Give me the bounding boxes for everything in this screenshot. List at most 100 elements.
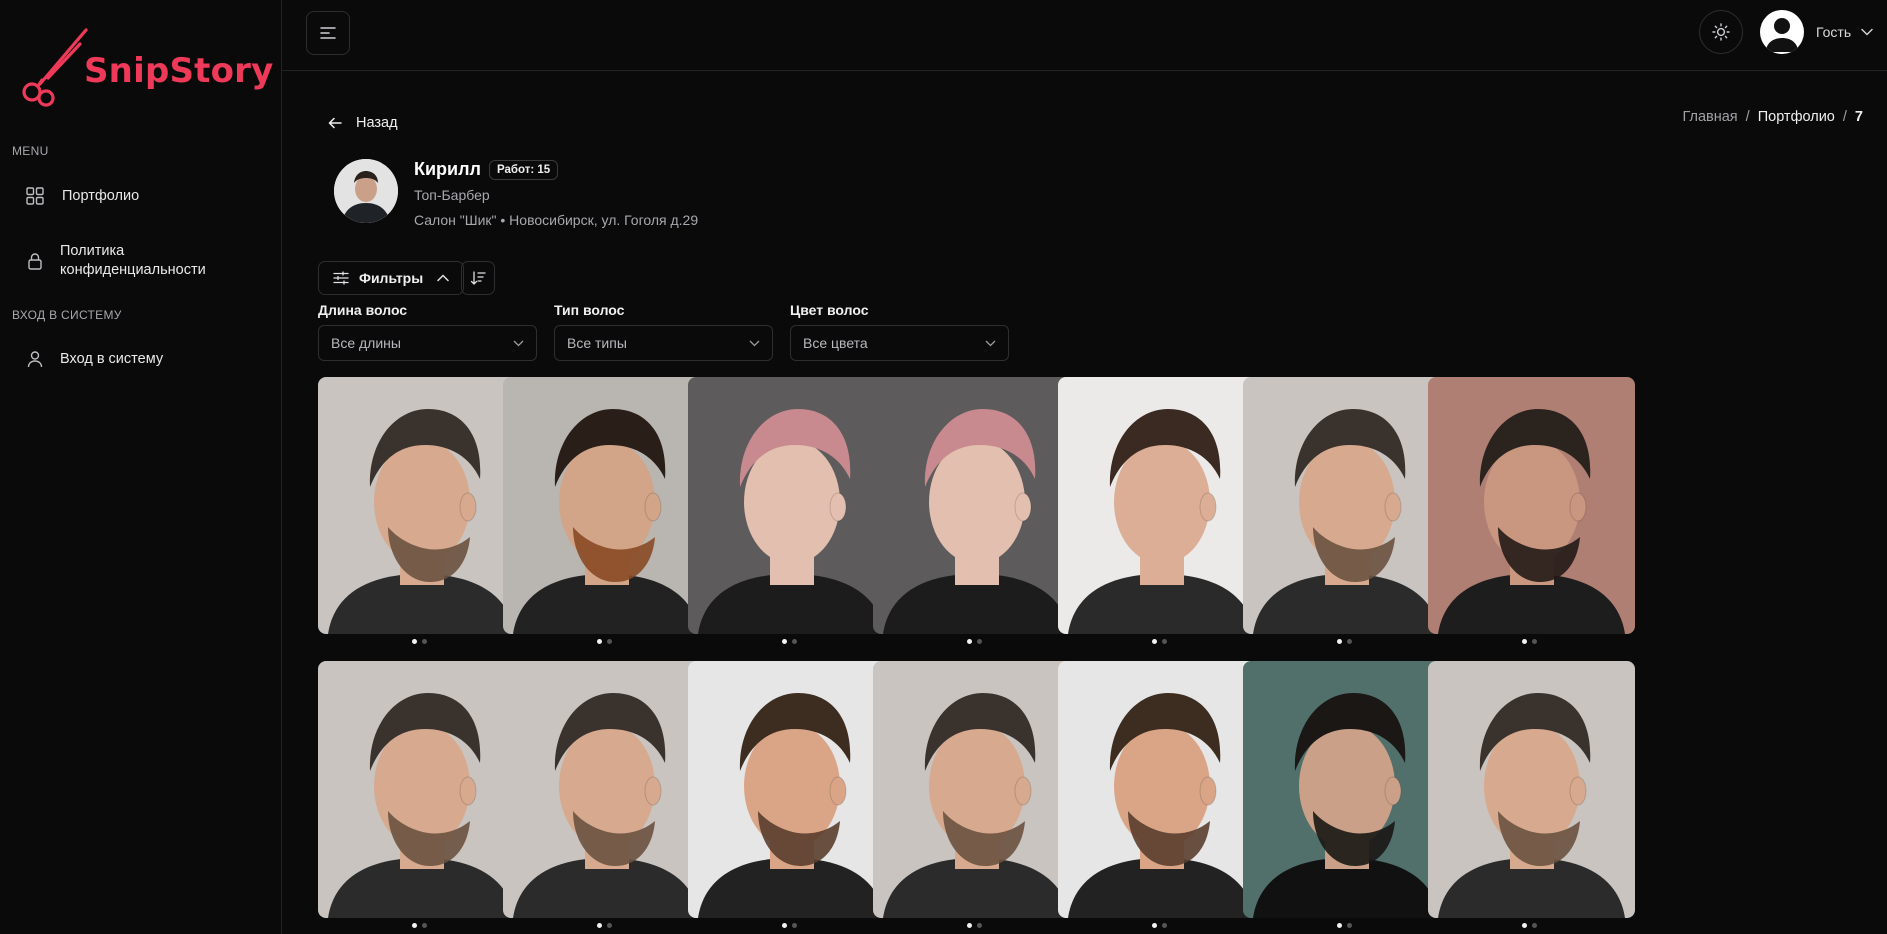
breadcrumb: Главная / Портфолио / 7	[1682, 109, 1863, 125]
breadcrumb-portfolio[interactable]: Портфолио	[1758, 109, 1835, 125]
chevron-down-icon	[1861, 28, 1873, 36]
carousel-dot[interactable]	[422, 639, 427, 644]
chevron-up-icon	[437, 274, 449, 282]
carousel-dot[interactable]	[597, 639, 602, 644]
carousel-dots[interactable]	[967, 639, 982, 644]
carousel-dots[interactable]	[1152, 639, 1167, 644]
carousel-dot[interactable]	[1337, 923, 1342, 928]
carousel-dot[interactable]	[782, 639, 787, 644]
carousel-dot[interactable]	[597, 923, 602, 928]
portfolio-photo[interactable]	[318, 377, 525, 634]
back-link[interactable]: Назад	[328, 115, 398, 131]
carousel-dot[interactable]	[1152, 639, 1157, 644]
carousel-dot[interactable]	[1532, 639, 1537, 644]
portfolio-photo[interactable]	[873, 661, 1080, 918]
select-value: Все типы	[567, 335, 627, 351]
carousel-dot[interactable]	[1522, 923, 1527, 928]
logo-text: SnipStory	[84, 51, 274, 91]
carousel-dot[interactable]	[607, 923, 612, 928]
theme-toggle-button[interactable]	[1699, 10, 1743, 54]
carousel-dots[interactable]	[1522, 639, 1537, 644]
logo[interactable]: SnipStory	[18, 26, 274, 110]
carousel-dot[interactable]	[967, 639, 972, 644]
carousel-dot[interactable]	[792, 923, 797, 928]
portfolio-photo[interactable]	[1243, 377, 1450, 634]
carousel-dots[interactable]	[597, 639, 612, 644]
carousel-dots[interactable]	[1337, 639, 1352, 644]
carousel-dot[interactable]	[1347, 639, 1352, 644]
carousel-dot[interactable]	[1152, 923, 1157, 928]
portfolio-photo[interactable]	[318, 661, 525, 918]
carousel-dot[interactable]	[967, 923, 972, 928]
carousel-dot[interactable]	[782, 923, 787, 928]
carousel-dot[interactable]	[1162, 639, 1167, 644]
chevron-down-icon	[749, 340, 760, 346]
carousel-dots[interactable]	[1152, 923, 1167, 928]
portfolio-photo[interactable]	[1428, 377, 1635, 634]
carousel-dots[interactable]	[782, 923, 797, 928]
carousel-dot[interactable]	[1532, 923, 1537, 928]
topbar: Гость	[282, 0, 1887, 71]
filter-type-label: Тип волос	[554, 302, 625, 318]
filter-length-select[interactable]: Все длины	[318, 325, 537, 361]
carousel-dot[interactable]	[412, 923, 417, 928]
label-line: конфиденциальности	[60, 262, 206, 278]
portfolio-photo[interactable]	[1428, 661, 1635, 918]
carousel-dot[interactable]	[1162, 923, 1167, 928]
sidebar: SnipStory MENU Портфолио Политика конфид…	[0, 0, 282, 934]
portfolio-photo[interactable]	[503, 661, 710, 918]
carousel-dots[interactable]	[412, 923, 427, 928]
portfolio-photo[interactable]	[1058, 377, 1265, 634]
barber-name-row: Кирилл Работ: 15	[414, 159, 559, 180]
arrow-left-icon	[328, 117, 342, 129]
label-line: Политика	[60, 243, 125, 259]
sidebar-item-privacy[interactable]: Политика конфиденциальности	[26, 242, 206, 280]
carousel-dots[interactable]	[782, 639, 797, 644]
menu-toggle-button[interactable]	[306, 11, 350, 55]
menu-icon	[320, 27, 336, 39]
lock-icon	[26, 252, 44, 270]
carousel-dot[interactable]	[1522, 639, 1527, 644]
portfolio-photo[interactable]	[1058, 661, 1265, 918]
carousel-dot[interactable]	[1347, 923, 1352, 928]
works-count-badge: Работ: 15	[488, 159, 559, 180]
portfolio-photo[interactable]	[1243, 661, 1450, 918]
menu-section-label: MENU	[12, 144, 49, 158]
barber-role: Топ-Барбер	[414, 187, 490, 203]
scissors-icon	[22, 28, 88, 107]
filters-toggle-button[interactable]: Фильтры	[318, 261, 465, 295]
sidebar-item-label: Вход в систему	[60, 351, 164, 367]
carousel-dot[interactable]	[422, 923, 427, 928]
carousel-dot[interactable]	[1337, 639, 1342, 644]
carousel-dot[interactable]	[977, 639, 982, 644]
barber-name: Кирилл	[414, 159, 481, 179]
carousel-dots[interactable]	[967, 923, 982, 928]
user-name: Гость	[1816, 24, 1852, 40]
carousel-dots[interactable]	[1522, 923, 1537, 928]
portfolio-photo[interactable]	[503, 377, 710, 634]
sliders-icon	[333, 271, 349, 285]
carousel-dot[interactable]	[412, 639, 417, 644]
sidebar-item-label: Портфолио	[62, 188, 140, 204]
carousel-dots[interactable]	[1337, 923, 1352, 928]
sort-button[interactable]	[461, 261, 495, 295]
filters-label: Фильтры	[359, 270, 424, 286]
breadcrumb-home[interactable]: Главная	[1682, 109, 1737, 125]
carousel-dots[interactable]	[412, 639, 427, 644]
sidebar-item-portfolio[interactable]: Портфолио	[26, 187, 139, 205]
user-menu[interactable]: Гость	[1760, 10, 1873, 54]
portfolio-photo[interactable]	[873, 377, 1080, 634]
filter-color-select[interactable]: Все цвета	[790, 325, 1009, 361]
carousel-dots[interactable]	[597, 923, 612, 928]
breadcrumb-separator: /	[1842, 109, 1847, 125]
carousel-dot[interactable]	[607, 639, 612, 644]
barber-avatar	[334, 159, 398, 223]
carousel-dot[interactable]	[792, 639, 797, 644]
filter-type-select[interactable]: Все типы	[554, 325, 773, 361]
portfolio-photo[interactable]	[688, 377, 895, 634]
portfolio-photo[interactable]	[688, 661, 895, 918]
chevron-down-icon	[513, 340, 524, 346]
breadcrumb-separator: /	[1745, 109, 1750, 125]
carousel-dot[interactable]	[977, 923, 982, 928]
sidebar-item-login[interactable]: Вход в систему	[26, 350, 163, 368]
